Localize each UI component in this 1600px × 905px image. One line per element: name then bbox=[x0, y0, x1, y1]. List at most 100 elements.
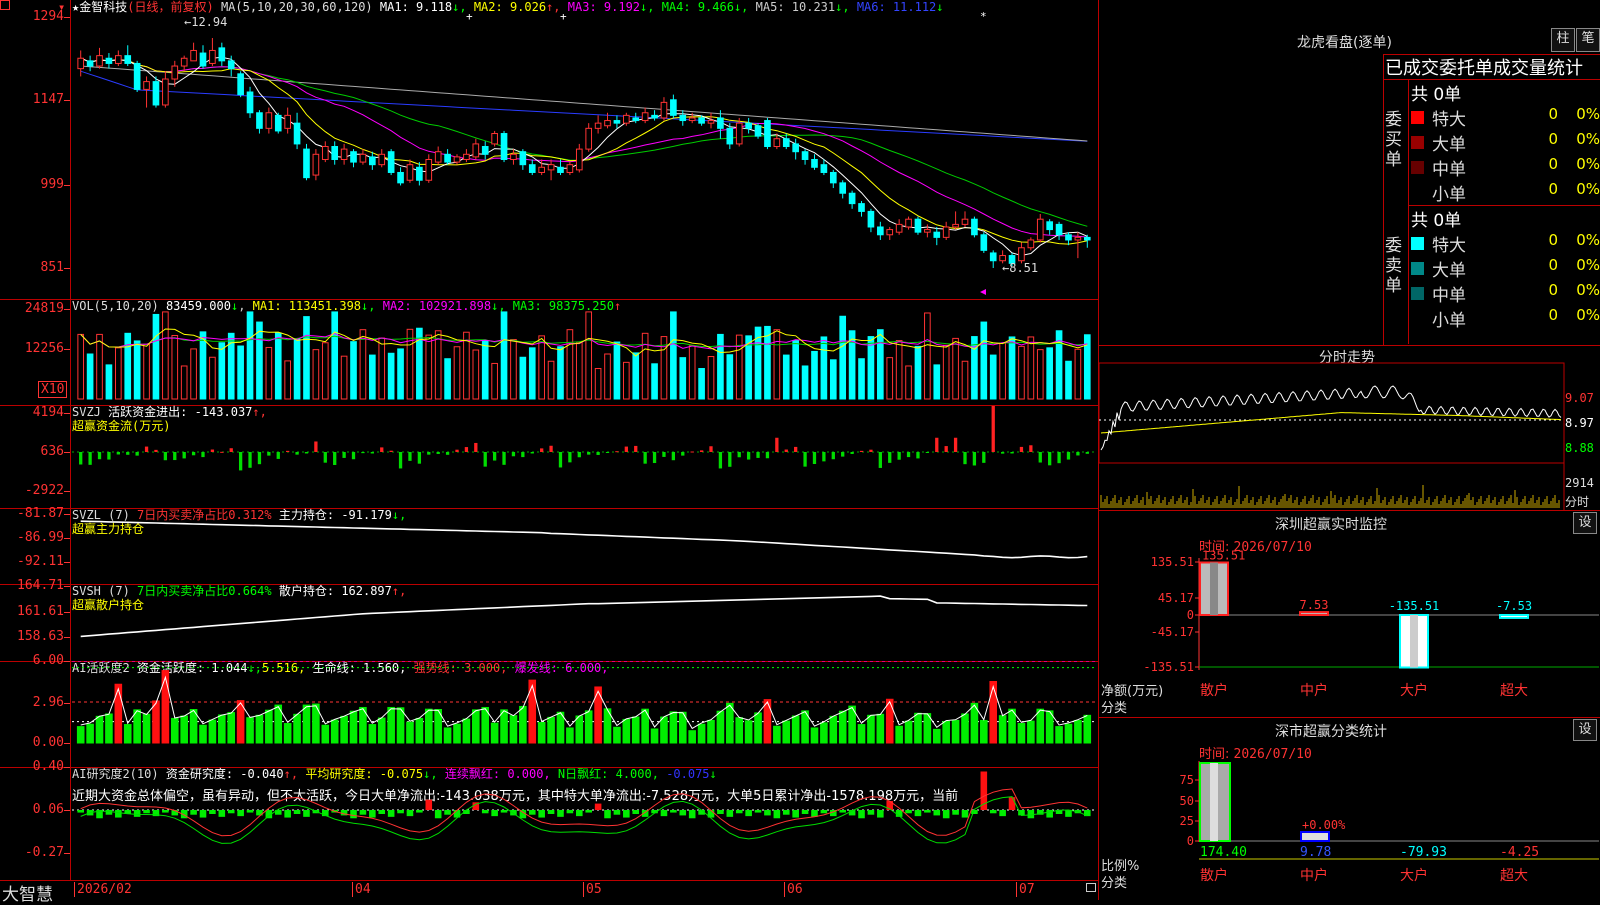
research-bar bbox=[670, 810, 677, 813]
activity-bar bbox=[293, 713, 301, 744]
color-swatch bbox=[1411, 186, 1424, 199]
volume-bar bbox=[115, 347, 122, 400]
activity-bar bbox=[321, 724, 330, 744]
sz-class-panel[interactable]: 深市超赢分类统计 设 时间: 2026/07/10 75 50 25 0 +0.00% 1… bbox=[1099, 717, 1600, 900]
fund-flow-bar bbox=[784, 449, 788, 452]
sz-monitor-chart[interactable]: 135.51 45.17 0 -45.17 -135.51 135.51 7.53 -135.… bbox=[1099, 510, 1600, 717]
svzl-panel[interactable]: SVZL (7) 7日内买卖净占比0.312% 主力持仓: -91.179↓, … bbox=[0, 506, 1098, 585]
research-bar bbox=[538, 810, 545, 818]
candle-body bbox=[1036, 218, 1044, 241]
sz-class-chart[interactable]: 75 50 25 0 +0.00% 174.40 9.78 -79.93 -4.25 散户 中户 大户… bbox=[1099, 717, 1600, 900]
activity-bar bbox=[1008, 708, 1016, 744]
activity-bar bbox=[923, 713, 932, 744]
candle-body bbox=[453, 156, 461, 163]
ai-research-chart[interactable] bbox=[0, 767, 1098, 880]
candle-body bbox=[886, 229, 894, 236]
volume-bar bbox=[886, 357, 894, 400]
order-size-label: 大单 bbox=[1432, 135, 1466, 155]
kline-panel[interactable]: ▾ ★金智科技(日线，前复权) MA(5,10,20,30,60,120) MA… bbox=[0, 0, 1098, 300]
activity-bar bbox=[161, 670, 170, 744]
research-bar bbox=[133, 810, 141, 817]
candle-body bbox=[782, 138, 790, 148]
activity-bar bbox=[519, 705, 527, 744]
fund-flow-bar bbox=[888, 452, 892, 463]
research-bar bbox=[500, 810, 508, 813]
volume-bar bbox=[942, 344, 950, 400]
sz-monitor-panel[interactable]: 深圳超赢实时监控 设 时间: 2026/07/10 135.51 45.17 0 -4… bbox=[1099, 510, 1600, 718]
ai-active-chart[interactable] bbox=[0, 661, 1098, 767]
candle-body bbox=[425, 158, 433, 181]
candle-body bbox=[312, 153, 320, 176]
candle-body bbox=[293, 122, 301, 145]
research-bar bbox=[406, 810, 414, 817]
ma1-line bbox=[80, 56, 1088, 257]
activity-bar bbox=[735, 717, 744, 744]
activity-bar bbox=[838, 710, 847, 744]
candle-body bbox=[933, 231, 941, 238]
candle-body bbox=[237, 73, 244, 96]
volume-panel[interactable]: VOL(5,10,20) 83459.000↓, MA1: 113451.398… bbox=[0, 299, 1098, 406]
svsh-panel[interactable]: SVSH (7) 7日内买卖净占比0.664% 散户持仓: 162.897↑, … bbox=[0, 578, 1098, 662]
y-axis-label: 0 bbox=[1187, 834, 1194, 848]
volume-bar bbox=[321, 342, 329, 400]
order-size-label: 小单 bbox=[1432, 185, 1466, 205]
fund-flow-bar bbox=[342, 452, 346, 458]
candle-body bbox=[594, 122, 602, 129]
ai-research-panel[interactable]: AI研究度2(10) 资金研究度: -0.040↑, 平均研究度: -0.075… bbox=[0, 759, 1098, 881]
activity-bar bbox=[791, 715, 800, 744]
order-percent: 0% bbox=[1576, 155, 1600, 173]
volume-bar bbox=[557, 346, 564, 400]
activity-bar bbox=[528, 679, 537, 744]
candle-body bbox=[1074, 236, 1082, 241]
candle-body bbox=[406, 164, 414, 181]
activity-bar bbox=[716, 710, 725, 744]
fund-flow-bar bbox=[690, 451, 694, 453]
volume-bar bbox=[124, 332, 132, 400]
candle-body bbox=[613, 120, 621, 124]
candle-body bbox=[905, 218, 912, 228]
candle-body bbox=[321, 146, 329, 160]
fund-flow-bar bbox=[483, 452, 487, 467]
activity-bar bbox=[133, 709, 141, 744]
candle-body bbox=[397, 171, 404, 184]
pen-mode-button[interactable]: 笔 bbox=[1576, 28, 1600, 52]
candle-body bbox=[434, 151, 442, 163]
svzl-chart[interactable] bbox=[0, 508, 1098, 584]
svzj-panel[interactable]: SVZJ 活跃资金进出: -143.037↑, 超赢资金流(万元) 4194 63… bbox=[0, 405, 1098, 509]
fund-flow-bar bbox=[248, 452, 252, 468]
intraday-y-mid: 8.97 bbox=[1565, 416, 1594, 430]
activity-bar bbox=[208, 719, 217, 744]
candle-body bbox=[171, 65, 179, 80]
bar-mode-button[interactable]: 柱 bbox=[1551, 28, 1575, 52]
ai-active-panel[interactable]: AI活跃度2 资金活跃度: 1.044↓,5.516, 生命线: 1.560, … bbox=[0, 653, 1098, 768]
intraday-chart[interactable] bbox=[1099, 345, 1600, 510]
event-marker-icon: + bbox=[466, 10, 473, 23]
volume-bar bbox=[989, 354, 997, 400]
candle-body bbox=[378, 153, 386, 166]
activity-bar bbox=[754, 712, 762, 744]
volume-bar bbox=[246, 311, 254, 400]
activity-bar bbox=[105, 713, 113, 744]
volume-bar bbox=[209, 356, 216, 400]
volume-chart[interactable] bbox=[0, 299, 1098, 405]
kline-chart[interactable]: + + * bbox=[0, 0, 1098, 299]
order-percent: 0% bbox=[1576, 180, 1600, 198]
volume-bar bbox=[340, 355, 348, 400]
activity-bar bbox=[283, 723, 292, 744]
lock-icon[interactable] bbox=[1086, 883, 1096, 892]
activity-bar bbox=[462, 718, 471, 744]
svzj-chart[interactable] bbox=[0, 405, 1098, 508]
fund-flow-bar bbox=[577, 452, 581, 458]
fund-flow-bar bbox=[126, 452, 130, 455]
svsh-chart[interactable] bbox=[0, 584, 1098, 661]
activity-bar bbox=[782, 720, 791, 744]
fund-flow-bar bbox=[97, 452, 102, 460]
candle-body bbox=[387, 151, 395, 173]
activity-bar bbox=[566, 727, 574, 744]
order-count: 0 bbox=[1548, 130, 1558, 148]
candle-body bbox=[77, 57, 85, 70]
research-bar bbox=[735, 810, 743, 814]
candle-body bbox=[651, 114, 658, 119]
intraday-panel[interactable]: 分时走势 9.07 8.97 8.88 2914 分时 bbox=[1099, 345, 1600, 511]
volume-bar bbox=[782, 354, 790, 400]
